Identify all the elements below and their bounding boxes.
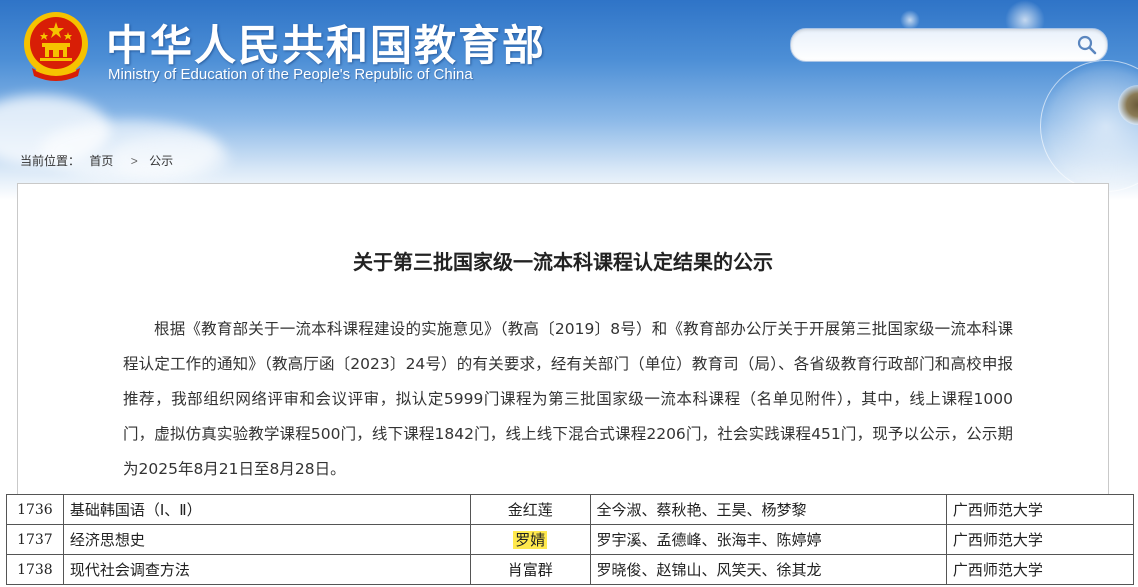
table-row: 1738 现代社会调查方法 肖富群 罗晓俊、赵锦山、风笑天、徐其龙 广西师范大学 bbox=[6, 554, 1135, 585]
table-row: 1737 经济思想史 罗婧 罗宇溪、孟德峰、张海丰、陈婷婷 广西师范大学 bbox=[6, 524, 1135, 555]
national-emblem-icon[interactable] bbox=[22, 10, 90, 82]
article-body: 根据《教育部关于一流本科课程建设的实施意见》（教高〔2019〕8号）和《教育部办… bbox=[123, 320, 1013, 478]
dandelion-decoration bbox=[1040, 60, 1138, 192]
row-number: 1737 bbox=[6, 524, 64, 555]
course-name: 经济思想史 bbox=[62, 524, 471, 555]
breadcrumb-home-link[interactable]: 首页 bbox=[89, 154, 113, 168]
breadcrumb: 当前位置： 首页 > 公示 bbox=[20, 152, 179, 169]
row-number: 1738 bbox=[6, 554, 64, 585]
article-title: 关于第三批国家级一流本科课程认定结果的公示 bbox=[353, 250, 773, 274]
site-title[interactable]: 中华人民共和国教育部 bbox=[106, 12, 546, 73]
breadcrumb-notice-link[interactable]: 公示 bbox=[149, 154, 173, 168]
row-number: 1736 bbox=[6, 494, 64, 525]
team-members: 罗晓俊、赵锦山、风笑天、徐其龙 bbox=[589, 554, 947, 585]
course-leader: 肖富群 bbox=[469, 554, 591, 585]
article-container: 关于第三批国家级一流本科课程认定结果的公示 根据《教育部关于一流本科课程建设的实… bbox=[17, 183, 1109, 505]
team-members: 罗宇溪、孟德峰、张海丰、陈婷婷 bbox=[589, 524, 947, 555]
dandelion-decoration bbox=[900, 10, 920, 30]
search-icon[interactable] bbox=[1075, 33, 1099, 57]
school-name: 广西师范大学 bbox=[945, 554, 1135, 585]
course-leader-cell: 罗婧 bbox=[469, 524, 591, 555]
table-row: 1736 基础韩国语（Ⅰ、Ⅱ） 金红莲 全今淑、蔡秋艳、王昊、杨梦黎 广西师范大… bbox=[6, 494, 1135, 525]
search-input[interactable] bbox=[805, 34, 1069, 58]
site-header: 中华人民共和国教育部 Ministry of Education of the … bbox=[0, 0, 1138, 200]
site-subtitle: Ministry of Education of the People's Re… bbox=[108, 66, 473, 83]
highlighted-leader: 罗婧 bbox=[513, 531, 548, 549]
course-name: 基础韩国语（Ⅰ、Ⅱ） bbox=[62, 494, 471, 525]
search-box bbox=[790, 28, 1108, 62]
school-name: 广西师范大学 bbox=[945, 494, 1135, 525]
school-name: 广西师范大学 bbox=[945, 524, 1135, 555]
course-leader: 金红莲 bbox=[469, 494, 591, 525]
breadcrumb-prefix: 当前位置： bbox=[20, 154, 81, 168]
course-table-section: 1736 基础韩国语（Ⅰ、Ⅱ） 金红莲 全今淑、蔡秋艳、王昊、杨梦黎 广西师范大… bbox=[0, 494, 1138, 587]
breadcrumb-separator: > bbox=[130, 154, 138, 168]
course-table: 1736 基础韩国语（Ⅰ、Ⅱ） 金红莲 全今淑、蔡秋艳、王昊、杨梦黎 广西师范大… bbox=[6, 494, 1135, 585]
course-name: 现代社会调查方法 bbox=[62, 554, 471, 585]
team-members: 全今淑、蔡秋艳、王昊、杨梦黎 bbox=[589, 494, 947, 525]
